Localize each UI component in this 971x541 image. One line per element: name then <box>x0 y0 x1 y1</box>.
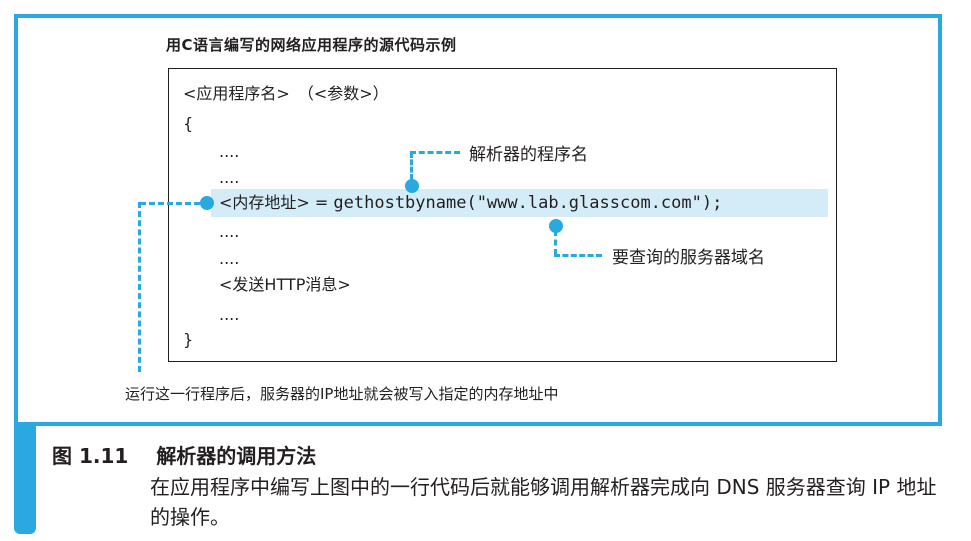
gethostbyname-call: gethostbyname("www.lab.glasscom.com"); <box>333 193 723 213</box>
code-line-ellipsis: .... <box>219 168 240 187</box>
figure-note: 运行这一行程序后，服务器的IP地址就会被写入指定的内存地址中 <box>125 385 559 403</box>
code-line-ellipsis: .... <box>219 142 240 161</box>
domain-leader-vertical <box>554 230 557 255</box>
caption-title: 图 1.11 解析器的调用方法 <box>52 440 316 469</box>
memory-address-leader-vertical <box>138 202 141 372</box>
resolver-name-annotation: 解析器的程序名 <box>469 145 588 165</box>
memory-address-label: <内存地址> = <box>219 193 334 212</box>
caption-description: 在应用程序中编写上图中的一行代码后就能够调用解析器完成向 DNS 服务器查询 I… <box>150 475 937 529</box>
code-line-app-name: <应用程序名> （<参数>） <box>183 84 389 103</box>
code-line-send-http: <发送HTTP消息> <box>219 275 351 294</box>
code-line-open-brace: { <box>183 114 194 133</box>
resolver-marker-icon <box>405 179 419 193</box>
caption-number: 图 1.11 <box>52 444 129 468</box>
caption-heading: 解析器的调用方法 <box>156 444 317 468</box>
memory-address-marker-icon <box>200 196 214 210</box>
code-line-gethostbyname: <内存地址> = gethostbyname("www.lab.glasscom… <box>219 193 722 213</box>
resolver-leader <box>410 151 460 154</box>
server-domain-annotation: 要查询的服务器域名 <box>612 248 765 268</box>
code-line-ellipsis: .... <box>219 222 240 241</box>
resolver-leader-vertical <box>410 152 413 180</box>
figure-title: 用C语言编写的网络应用程序的源代码示例 <box>166 36 457 54</box>
caption-accent-bar <box>14 426 36 534</box>
code-line-close-brace: } <box>183 330 194 349</box>
code-line-ellipsis: .... <box>219 305 240 324</box>
code-line-ellipsis: .... <box>219 249 240 268</box>
memory-address-leader <box>140 202 200 205</box>
domain-leader <box>554 254 602 257</box>
